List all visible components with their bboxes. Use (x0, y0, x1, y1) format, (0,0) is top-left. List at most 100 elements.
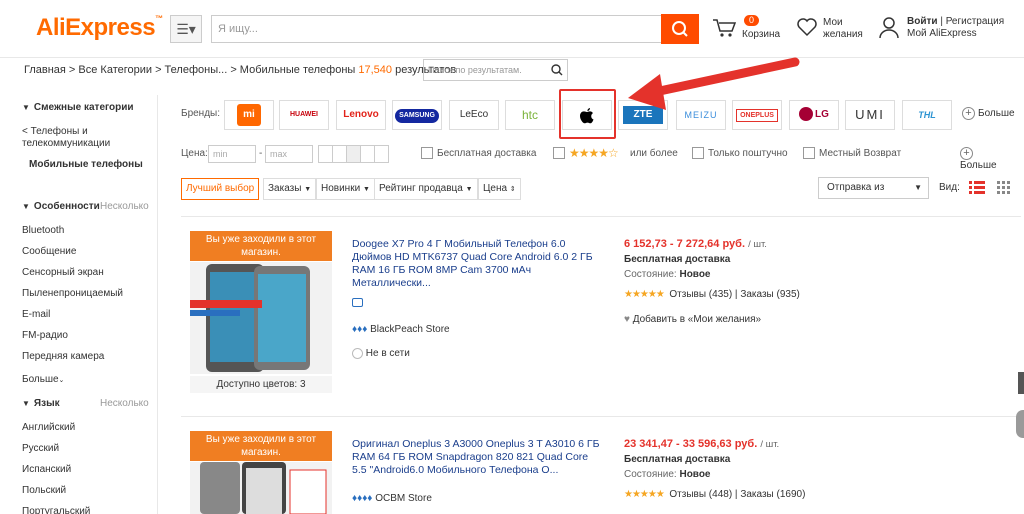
search-icon (672, 21, 688, 37)
sort-newest[interactable]: Новинки ▼ (316, 178, 375, 200)
rating-stars[interactable]: ★★★★☆ (569, 146, 619, 160)
brand-lenovo[interactable]: Lenovo (336, 100, 386, 130)
price-range-slot[interactable] (332, 145, 347, 163)
wishlist-label[interactable]: Мои желания (823, 17, 863, 41)
list-view-icon[interactable] (969, 181, 985, 194)
search-button[interactable] (661, 14, 699, 44)
search-within-results-input[interactable]: Поиск по результатам. (423, 59, 568, 81)
parent-category-link[interactable]: < Телефоны и телекоммуникации (22, 126, 110, 150)
local-return-checkbox[interactable] (803, 147, 815, 159)
language-link[interactable]: Английский (22, 422, 75, 433)
sort-best-match[interactable]: Лучший выбор (181, 178, 260, 200)
free-shipping-checkbox[interactable] (421, 147, 433, 159)
language-link[interactable]: Польский (22, 485, 66, 496)
sort-orders[interactable]: Заказы ▼ (263, 178, 317, 200)
rating-suffix: или более (630, 148, 678, 159)
shipping-info: Бесплатная доставка (624, 454, 731, 465)
chevron-down-icon: ⌄ (58, 377, 65, 384)
product-image[interactable] (190, 262, 332, 374)
reviews-link[interactable]: Отзывы (435) (669, 289, 732, 300)
feature-link[interactable]: E-mail (22, 309, 50, 320)
brand-umi[interactable]: UMI (845, 100, 895, 130)
brand-huawei[interactable]: HUAWEI (279, 100, 329, 130)
single-piece-label[interactable]: Только поштучно (708, 148, 788, 159)
brand-meizu[interactable]: MEIZU (676, 100, 726, 130)
language-multi-select[interactable]: Несколько (100, 398, 149, 409)
wishlist-link[interactable] (796, 17, 818, 41)
diamond-icon: ♦♦♦ (352, 324, 368, 335)
feature-link[interactable]: Сообщение (22, 246, 76, 257)
apple-brand-highlight (559, 89, 616, 139)
language-link[interactable]: Испанский (22, 464, 71, 475)
product-title[interactable]: Оригинал Oneplus 3 A3000 Oneplus 3 T A30… (352, 438, 602, 477)
results-count: 17,540 (358, 64, 393, 76)
related-categories-heading[interactable]: ▼ Смежные категории (22, 102, 134, 113)
sort-price[interactable]: Цена ⇕ (478, 178, 521, 200)
divider (181, 216, 1021, 217)
feature-link[interactable]: Сенсорный экран (22, 267, 104, 278)
filters-more-button[interactable]: +Больше (960, 147, 997, 171)
brand-lg[interactable]: LG (789, 100, 839, 130)
price-range-slot[interactable] (318, 145, 333, 163)
price-max-input[interactable]: max (265, 145, 313, 163)
product-image[interactable] (190, 462, 332, 514)
ship-from-select[interactable]: Отправка из ▼ (818, 177, 929, 199)
product-title[interactable]: Doogee X7 Pro 4 Г Мобильный Телефон 6.0 … (352, 238, 602, 290)
language-link[interactable]: Русский (22, 443, 59, 454)
visited-store-banner: Вы уже заходили в этот магазин. (190, 231, 332, 261)
grid-view-icon[interactable] (997, 181, 1011, 195)
sort-seller-rating[interactable]: Рейтинг продавца ▼ (374, 178, 478, 200)
heart-icon: ♥ (624, 314, 630, 325)
feature-link[interactable]: Передняя камера (22, 351, 104, 362)
price-dash: - (259, 148, 263, 159)
store-link[interactable]: ♦♦♦ BlackPeach Store (352, 324, 450, 335)
price-range-slot[interactable] (360, 145, 375, 163)
price-range-slot[interactable] (346, 145, 361, 163)
brand-oneplus[interactable]: ONEPLUS (732, 100, 782, 130)
condition: Состояние: Новое (624, 469, 711, 480)
categories-menu-button[interactable]: ☰▾ (170, 15, 202, 43)
cart-link[interactable] (712, 17, 737, 43)
current-category: Мобильные телефоны (29, 159, 143, 170)
brand-samsung[interactable]: SAMSUNG (392, 100, 442, 130)
cart-label[interactable]: Корзина (742, 29, 780, 41)
brands-more-button[interactable]: + Больше (962, 107, 1015, 120)
price-label: Цена: (181, 148, 208, 159)
features-multi-select[interactable]: Несколько (100, 201, 149, 212)
brand-htc[interactable]: htc (505, 100, 555, 130)
brand-thl[interactable]: THL (902, 100, 952, 130)
cart-icon (713, 19, 737, 37)
aliexpress-logo[interactable]: AliExpress™ (36, 14, 163, 42)
free-shipping-label[interactable]: Бесплатная доставка (437, 148, 536, 159)
account-link[interactable] (878, 16, 900, 44)
price-min-input[interactable]: min (208, 145, 256, 163)
my-aliexpress-link[interactable]: Мой AliExpress (907, 28, 977, 39)
brand-xiaomi[interactable]: mi (224, 100, 274, 130)
reviews-link[interactable]: Отзывы (448) (669, 489, 732, 500)
language-link[interactable]: Португальский (22, 506, 90, 514)
feature-link[interactable]: FM-радио (22, 330, 68, 341)
search-input[interactable]: Я ищу... (211, 15, 661, 43)
brand-zte[interactable]: ZTE (618, 100, 668, 130)
login-link[interactable]: Войти (907, 16, 938, 27)
side-widget-tab[interactable] (1016, 410, 1024, 438)
feature-link[interactable]: Bluetooth (22, 225, 64, 236)
brand-leeco[interactable]: LeEco (449, 100, 499, 130)
register-link[interactable]: Регистрация (946, 16, 1004, 27)
plus-circle-icon: + (960, 147, 973, 160)
store-link[interactable]: ♦♦♦♦ OCBM Store (352, 493, 432, 504)
rating-checkbox[interactable] (553, 147, 565, 159)
divider: | (940, 16, 943, 27)
local-return-label[interactable]: Местный Возврат (819, 148, 901, 159)
scroll-indicator[interactable] (1018, 372, 1024, 394)
price-range-slot[interactable] (374, 145, 389, 163)
diamond-icon: ♦♦♦♦ (352, 493, 373, 504)
search-icon[interactable] (549, 62, 565, 78)
show-more-features[interactable]: Больше⌄ (22, 374, 64, 385)
add-to-wishlist-button[interactable]: ♥ Добавить в «Мои желания» (624, 314, 761, 325)
language-heading[interactable]: ▼ Язык (22, 398, 60, 409)
breadcrumb-path[interactable]: Главная > Все Категории > Телефоны... > … (24, 64, 355, 76)
single-piece-checkbox[interactable] (692, 147, 704, 159)
feature-link[interactable]: Пыленепроницаемый (22, 288, 123, 299)
features-heading[interactable]: ▼ Особенности (22, 201, 100, 212)
